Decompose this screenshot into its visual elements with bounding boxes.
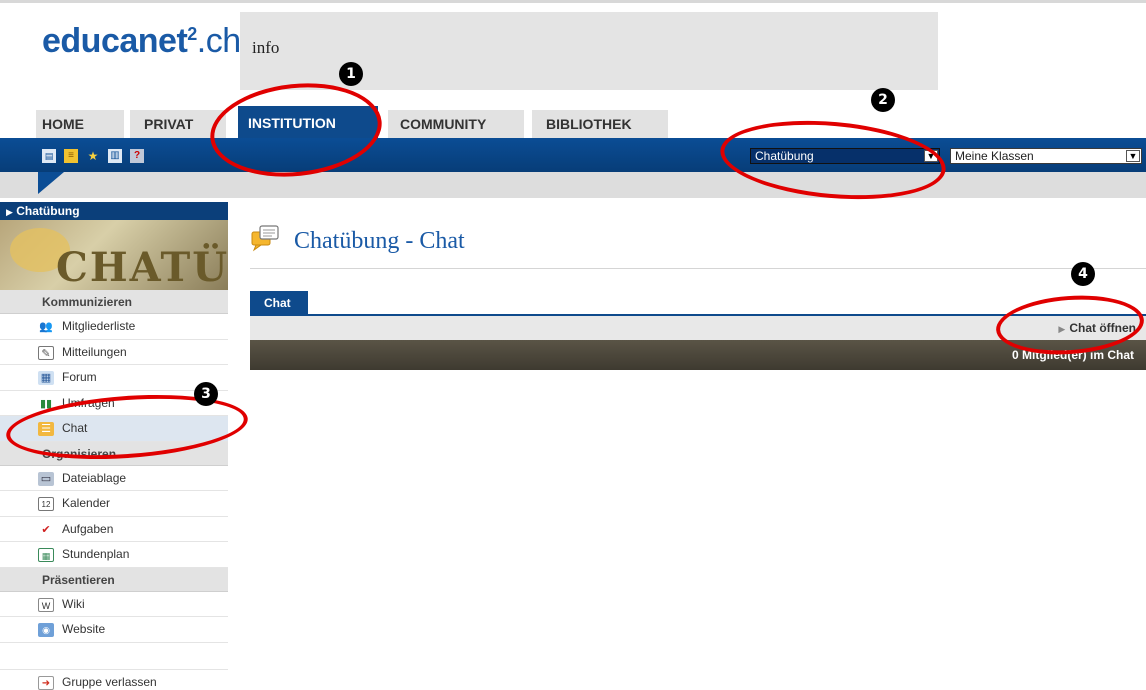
forum-icon: ▦ <box>38 371 54 385</box>
tab-home[interactable]: HOME <box>36 110 124 138</box>
print-icon[interactable]: ▥ <box>108 149 122 163</box>
sidebar-section-praesentieren: Präsentieren <box>0 567 228 592</box>
class-select[interactable]: Meine Klassen ▼ <box>950 148 1142 164</box>
annotation-badge-2: 2 <box>871 88 895 112</box>
calendar-icon: 12 <box>38 497 54 511</box>
exit-icon: ➜ <box>38 675 54 690</box>
sidebar-item-forum[interactable]: ▦ Forum <box>0 365 228 391</box>
card-icon[interactable]: ▤ <box>42 149 56 163</box>
leave-group-link[interactable]: ➜ Gruppe verlassen <box>0 668 228 690</box>
tab-bibliothek[interactable]: BIBLIOTHEK <box>532 110 668 138</box>
annotation-badge-1: 1 <box>339 62 363 86</box>
sidebar-item-website[interactable]: ◉ Website <box>0 617 228 643</box>
sidebar-item-stundenplan[interactable]: ▦ Stundenplan <box>0 542 228 568</box>
sidebar-item-wiki[interactable]: W Wiki <box>0 591 228 617</box>
nav-pointer <box>38 172 64 194</box>
messages-icon: ✎ <box>38 345 54 360</box>
chevron-down-icon: ▼ <box>1126 150 1140 162</box>
favorites-icon[interactable]: ★ <box>86 149 100 163</box>
group-banner-image: CHATÜB <box>0 220 228 290</box>
main-nav: HOME PRIVAT INSTITUTION COMMUNITY BIBLIO… <box>0 106 1146 138</box>
tasks-check-icon: ✔ <box>41 523 51 536</box>
chat-title-icon <box>251 225 279 252</box>
help-icon[interactable]: ? <box>130 149 144 163</box>
notes-icon[interactable]: ≡ <box>64 149 78 163</box>
sidebar-item-dateiablage[interactable]: ▭ Dateiablage <box>0 465 228 491</box>
toolbar: ▤ ≡ ★ ▥ ? Chatübung ▼ Meine Klassen ▼ <box>0 138 1146 172</box>
tab-community[interactable]: COMMUNITY <box>388 110 524 138</box>
page-title: Chatübung - Chat <box>294 228 465 254</box>
sidebar-section-kommunizieren: Kommunizieren <box>0 290 228 314</box>
sidebar-item-kalender[interactable]: 12 Kalender <box>0 491 228 517</box>
header-info-text: info <box>252 38 280 57</box>
caret-right-icon: ▶ <box>6 207 13 217</box>
sidebar-group-title[interactable]: ▶ Chatübung <box>0 202 228 220</box>
top-border <box>0 0 1146 3</box>
annotation-badge-3: 3 <box>194 382 218 406</box>
files-icon: ▭ <box>38 471 54 486</box>
educanet-logo[interactable]: educanet2.ch <box>42 22 241 61</box>
sub-strip <box>0 172 1146 198</box>
sidebar-item-mitgliederliste[interactable]: 👥 Mitgliederliste <box>0 314 228 340</box>
website-icon: ◉ <box>38 623 54 637</box>
wiki-icon: W <box>38 597 54 612</box>
title-divider <box>250 268 1146 269</box>
timetable-icon: ▦ <box>38 548 54 562</box>
sidebar-item-mitteilungen[interactable]: ✎ Mitteilungen <box>0 339 228 365</box>
annotation-badge-4: 4 <box>1071 262 1095 286</box>
members-icon: 👥 <box>39 321 53 333</box>
sidebar-item-aufgaben[interactable]: ✔ Aufgaben <box>0 516 228 542</box>
tab-chat[interactable]: Chat <box>250 291 308 315</box>
